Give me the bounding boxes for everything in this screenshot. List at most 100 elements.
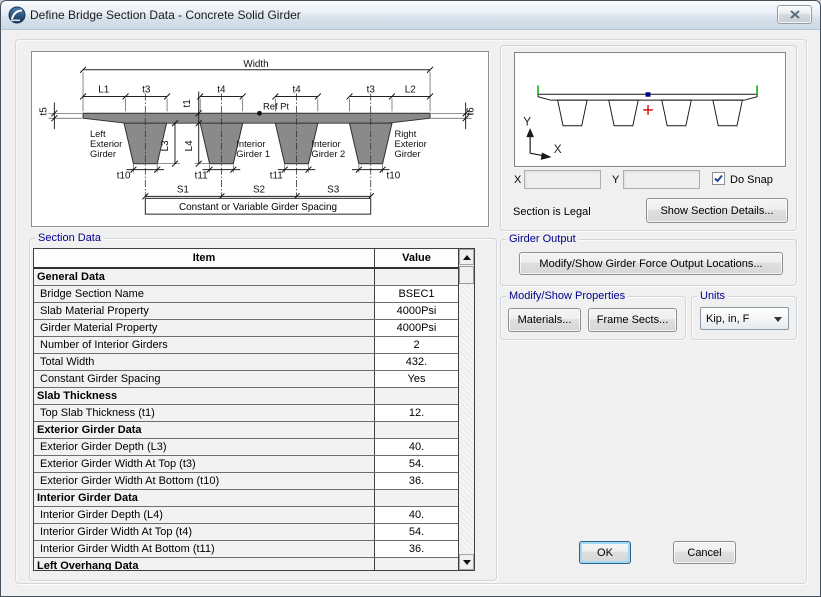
app-icon — [8, 6, 26, 24]
frame-sects-button[interactable]: Frame Sects... — [588, 308, 677, 332]
show-section-details-button[interactable]: Show Section Details... — [646, 198, 788, 223]
table-cell-value[interactable] — [375, 269, 458, 285]
table-row[interactable]: Exterior Girder Width At Top (t3)54. — [34, 456, 458, 473]
table-row[interactable]: Interior Girder Data — [34, 490, 458, 507]
table-row[interactable]: Slab Thickness — [34, 388, 458, 405]
table-cell-value[interactable]: 4000Psi — [375, 320, 458, 336]
table-row[interactable]: Left Overhang Data — [34, 558, 458, 571]
table-cell-value[interactable]: BSEC1 — [375, 286, 458, 302]
table-row[interactable]: Exterior Girder Width At Bottom (t10)36. — [34, 473, 458, 490]
label-right-exterior-girder-3: Girder — [394, 148, 420, 159]
dim-label-t4-right: t4 — [292, 85, 301, 96]
table-cell-item: General Data — [34, 269, 375, 285]
check-icon — [713, 173, 724, 184]
axis-icon — [527, 130, 550, 159]
preview-girder-3 — [662, 100, 691, 126]
table-row[interactable]: Interior Girder Width At Bottom (t11)36. — [34, 541, 458, 558]
modify-girder-force-output-button[interactable]: Modify/Show Girder Force Output Location… — [519, 252, 783, 275]
y-coordinate-input[interactable] — [623, 170, 700, 189]
dim-label-l4: L4 — [184, 140, 195, 151]
scroll-down-button[interactable] — [459, 554, 474, 570]
table-cell-value[interactable]: 2 — [375, 337, 458, 353]
table-cell-item: Top Slab Thickness (t1) — [34, 405, 375, 421]
table-row[interactable]: Bridge Section NameBSEC1 — [34, 286, 458, 303]
girder-diagram: Width L1 t3 t4 t4 t3 L2 t5 t6 t1 L3 L4 R… — [32, 52, 488, 226]
table-cell-item: Exterior Girder Width At Bottom (t10) — [34, 473, 375, 489]
section-table-body: General DataBridge Section NameBSEC1Slab… — [34, 269, 458, 571]
chevron-down-icon — [774, 317, 782, 326]
table-cell-value[interactable]: 54. — [375, 524, 458, 540]
girder-diagram-panel: Width L1 t3 t4 t4 t3 L2 t5 t6 t1 L3 L4 R… — [31, 51, 489, 227]
axis-x-label: X — [554, 143, 562, 156]
table-row[interactable]: Exterior Girder Depth (L3)40. — [34, 439, 458, 456]
table-cell-value[interactable]: 40. — [375, 439, 458, 455]
section-data-group-title: Section Data — [35, 232, 104, 245]
table-row[interactable]: Interior Girder Width At Top (t4)54. — [34, 524, 458, 541]
dim-label-t11-left: t11 — [195, 171, 209, 182]
y-coordinate-label: Y — [612, 174, 619, 186]
table-cell-item: Exterior Girder Width At Top (t3) — [34, 456, 375, 472]
table-row[interactable]: General Data — [34, 269, 458, 286]
table-row[interactable]: Slab Material Property4000Psi — [34, 303, 458, 320]
materials-button[interactable]: Materials... — [508, 308, 581, 332]
close-icon — [790, 10, 800, 19]
table-cell-item: Number of Interior Girders — [34, 337, 375, 353]
ok-button[interactable]: OK — [579, 541, 631, 564]
centroid-marker — [646, 92, 651, 96]
table-cell-value[interactable]: 36. — [375, 541, 458, 557]
units-group-title: Units — [697, 290, 728, 303]
table-cell-value[interactable] — [375, 558, 458, 571]
x-coordinate-input[interactable] — [524, 170, 601, 189]
scroll-up-button[interactable] — [459, 249, 474, 265]
dim-label-width: Width — [243, 59, 268, 70]
section-preview-drawing: Y X — [515, 53, 785, 166]
dim-label-t3-right: t3 — [367, 85, 376, 96]
table-cell-value[interactable] — [375, 490, 458, 506]
table-row[interactable]: Interior Girder Depth (L4)40. — [34, 507, 458, 524]
table-cell-value[interactable]: 432. — [375, 354, 458, 370]
section-preview-canvas[interactable]: Y X — [514, 52, 786, 167]
table-cell-value[interactable]: 54. — [375, 456, 458, 472]
table-cell-value[interactable]: 36. — [375, 473, 458, 489]
table-cell-item: Bridge Section Name — [34, 286, 375, 302]
table-row[interactable]: Number of Interior Girders2 — [34, 337, 458, 354]
table-scrollbar[interactable] — [458, 249, 474, 570]
table-row[interactable]: Top Slab Thickness (t1)12. — [34, 405, 458, 422]
table-cell-value[interactable]: 12. — [375, 405, 458, 421]
table-cell-value[interactable] — [375, 388, 458, 404]
table-row[interactable]: Girder Material Property4000Psi — [34, 320, 458, 337]
table-cell-value[interactable]: 4000Psi — [375, 303, 458, 319]
dim-label-t1: t1 — [182, 99, 193, 108]
close-button[interactable] — [777, 5, 812, 24]
table-cell-value[interactable]: Yes — [375, 371, 458, 387]
table-cell-item: Left Overhang Data — [34, 558, 375, 571]
dim-label-t5: t5 — [38, 107, 49, 116]
do-snap-checkbox[interactable] — [712, 172, 725, 185]
axis-y-label: Y — [523, 116, 531, 129]
preview-girder-2 — [609, 100, 638, 126]
table-cell-value[interactable] — [375, 422, 458, 438]
table-cell-value[interactable]: 40. — [375, 507, 458, 523]
table-cell-item: Interior Girder Width At Top (t4) — [34, 524, 375, 540]
dim-label-t4-left: t4 — [217, 85, 226, 96]
table-cell-item: Slab Thickness — [34, 388, 375, 404]
table-row[interactable]: Total Width432. — [34, 354, 458, 371]
dialog-client-area: Width L1 t3 t4 t4 t3 L2 t5 t6 t1 L3 L4 R… — [1, 31, 820, 596]
table-cell-item: Interior Girder Depth (L4) — [34, 507, 375, 523]
section-status-text: Section is Legal — [513, 206, 591, 218]
cancel-button[interactable]: Cancel — [673, 541, 736, 564]
section-data-table: Item Value General DataBridge Section Na… — [33, 248, 475, 571]
dim-label-t10-left: t10 — [117, 171, 131, 182]
table-row[interactable]: Exterior Girder Data — [34, 422, 458, 439]
table-row[interactable]: Constant Girder SpacingYes — [34, 371, 458, 388]
title-bar[interactable]: Define Bridge Section Data - Concrete So… — [1, 1, 820, 30]
x-coordinate-label: X — [514, 174, 521, 186]
window-title: Define Bridge Section Data - Concrete So… — [30, 8, 301, 22]
table-cell-item: Exterior Girder Depth (L3) — [34, 439, 375, 455]
scrollbar-thumb[interactable] — [459, 266, 474, 284]
units-dropdown[interactable]: Kip, in, F — [700, 307, 789, 330]
preview-girder-1 — [558, 100, 587, 126]
dim-label-l3: L3 — [160, 140, 171, 151]
label-interior-girder-2-2: Girder 2 — [311, 148, 345, 159]
table-cell-item: Total Width — [34, 354, 375, 370]
